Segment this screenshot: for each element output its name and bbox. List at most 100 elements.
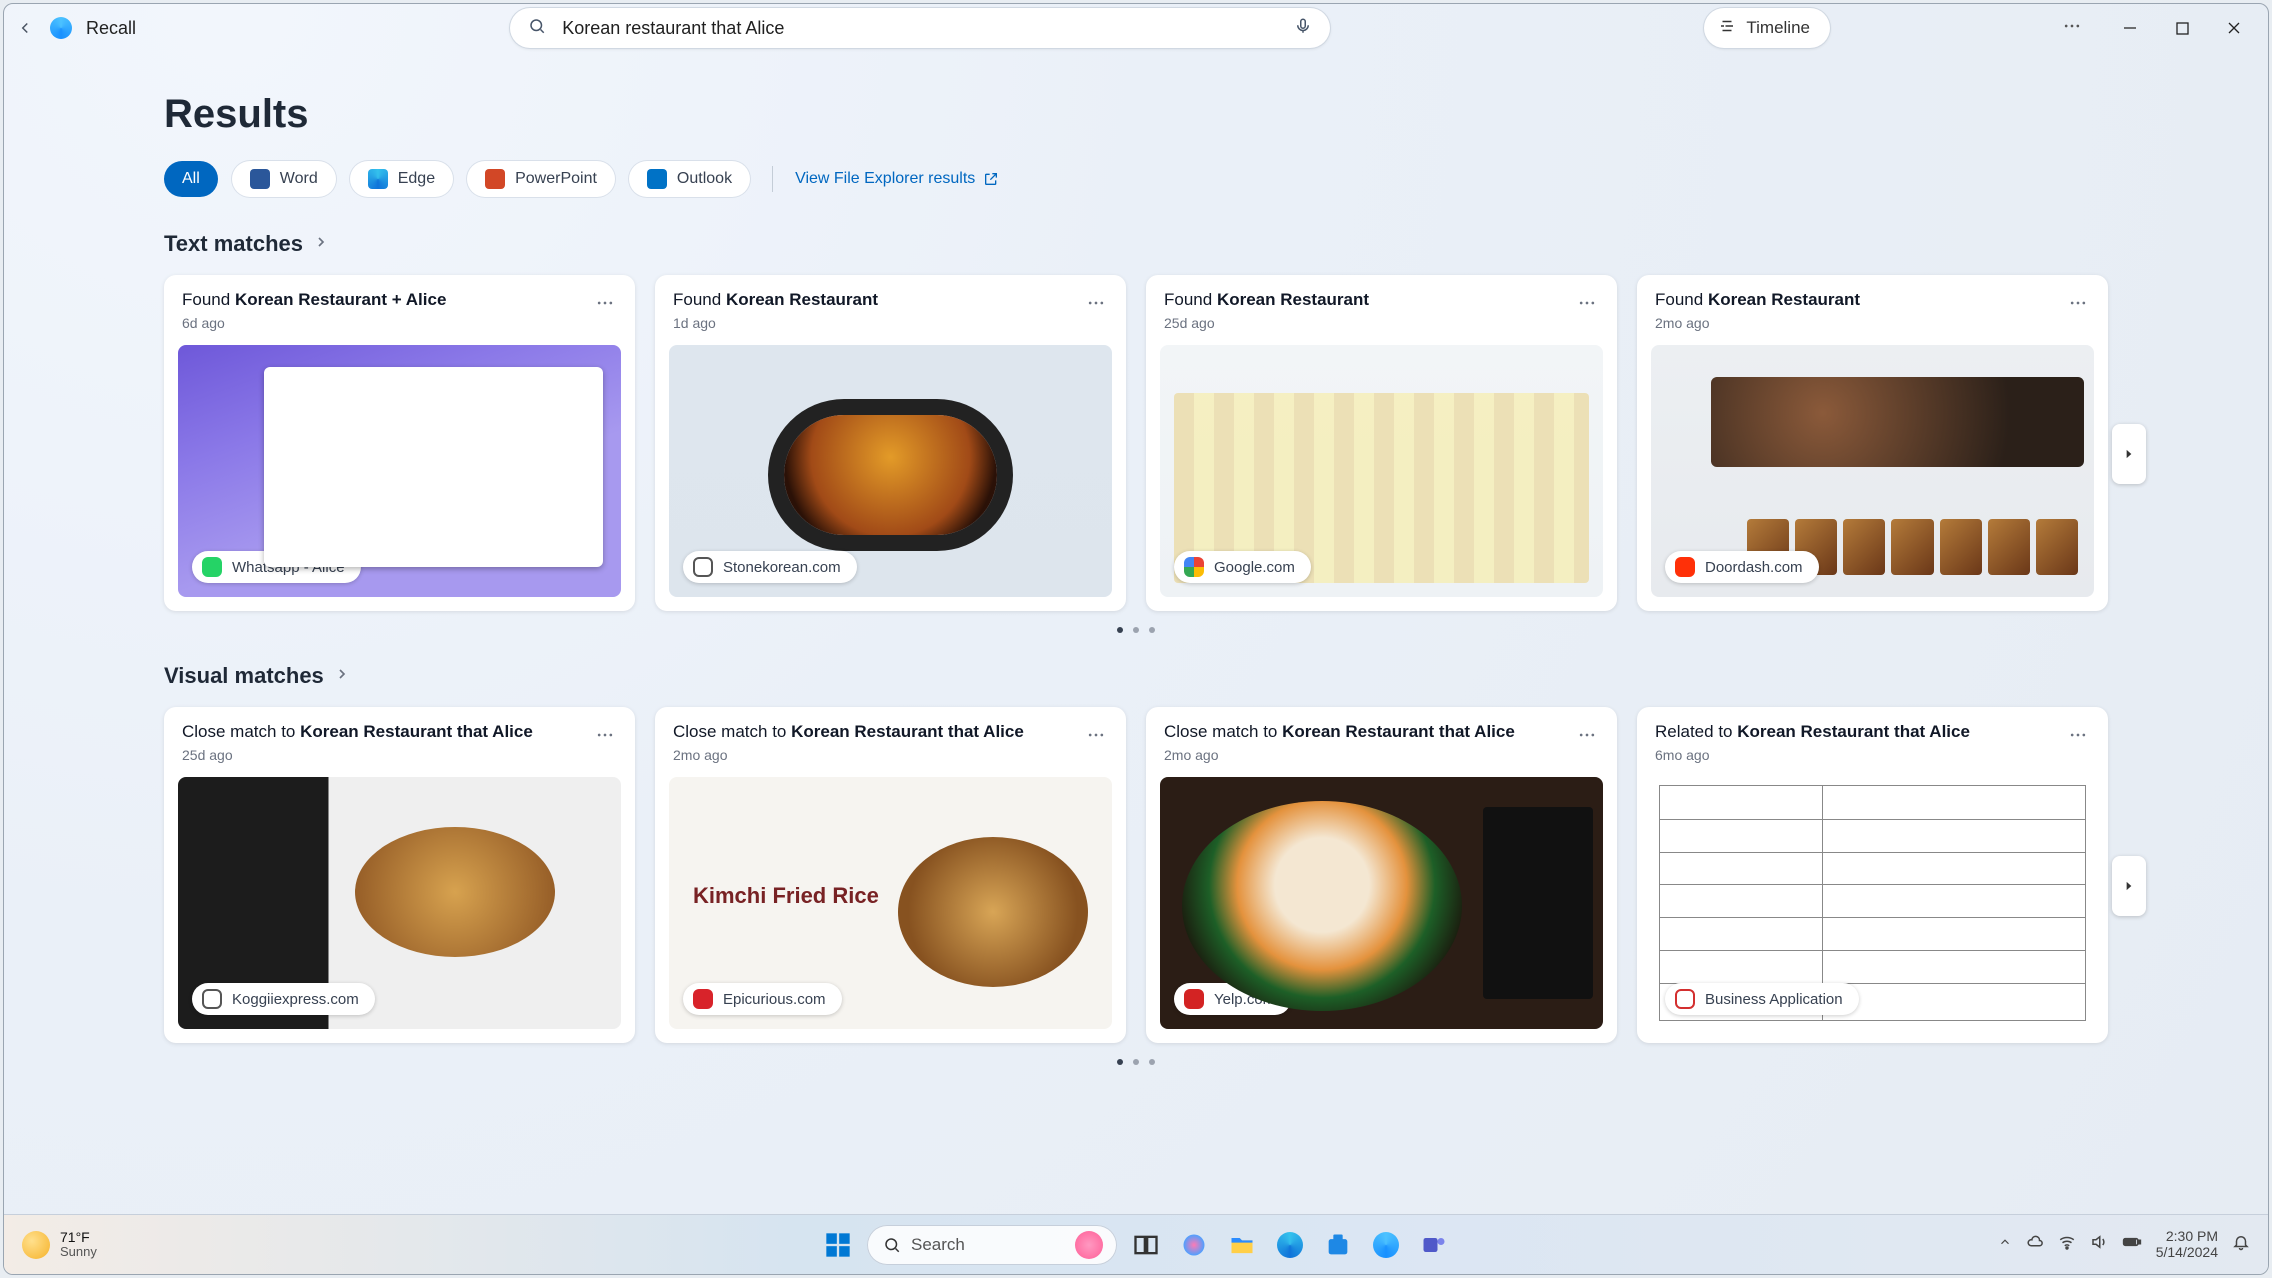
card-thumbnail: Koggiiexpress.com: [178, 777, 621, 1029]
back-button[interactable]: [12, 15, 38, 41]
source-pill: Koggiiexpress.com: [192, 983, 375, 1015]
page-dots[interactable]: [164, 1059, 2108, 1065]
source-label: Yelp.com: [1214, 991, 1275, 1008]
web-icon: [202, 989, 222, 1009]
minimize-button[interactable]: [2104, 5, 2156, 51]
visual-result-card[interactable]: Close match to Korean Restaurant that Al…: [1146, 707, 1617, 1043]
recall-taskbar-button[interactable]: [1367, 1226, 1405, 1264]
card-age: 6mo ago: [1655, 747, 1970, 763]
edge-button[interactable]: [1271, 1226, 1309, 1264]
view-file-explorer-link[interactable]: View File Explorer results: [795, 170, 999, 188]
search-bar[interactable]: [510, 8, 1330, 48]
text-matches-title: Text matches: [164, 231, 303, 257]
card-title: Found Korean Restaurant: [1655, 289, 1860, 311]
filter-all[interactable]: All: [164, 161, 218, 197]
card-title: Close match to Korean Restaurant that Al…: [182, 721, 533, 743]
document-icon: [1675, 989, 1695, 1009]
weather-widget[interactable]: 71°F Sunny: [22, 1230, 97, 1260]
card-thumbnail: Yelp.com: [1160, 777, 1603, 1029]
text-result-card[interactable]: Found Korean Restaurant 1d ago Stonekore: [655, 275, 1126, 611]
source-label: Business Application: [1705, 991, 1843, 1008]
clock-date[interactable]: 5/14/2024: [2156, 1245, 2218, 1260]
tray-expand-icon[interactable]: [1998, 1235, 2012, 1254]
maximize-button[interactable]: [2156, 5, 2208, 51]
taskbar-search[interactable]: Search: [867, 1225, 1117, 1265]
volume-icon[interactable]: [2090, 1233, 2108, 1256]
card-thumbnail: Stonekorean.com: [669, 345, 1112, 597]
visual-result-card[interactable]: Related to Korean Restaurant that Alice …: [1637, 707, 2108, 1043]
timeline-label: Timeline: [1746, 18, 1810, 38]
external-link-icon: [983, 171, 999, 187]
card-age: 25d ago: [182, 747, 533, 763]
text-result-card[interactable]: Found Korean Restaurant 25d ago Google.c: [1146, 275, 1617, 611]
store-button[interactable]: [1319, 1226, 1357, 1264]
outlook-icon: [647, 169, 667, 189]
card-title: Close match to Korean Restaurant that Al…: [673, 721, 1024, 743]
filter-word-label: Word: [280, 170, 318, 188]
google-icon: [1184, 557, 1204, 577]
word-icon: [250, 169, 270, 189]
window-more-button[interactable]: [2062, 16, 2082, 41]
filter-edge-label: Edge: [398, 170, 435, 188]
visual-matches-header[interactable]: Visual matches: [164, 663, 2108, 689]
source-label: Koggiiexpress.com: [232, 991, 359, 1008]
search-highlight-icon: [1075, 1231, 1103, 1259]
battery-icon[interactable]: [2122, 1232, 2142, 1257]
visual-result-card[interactable]: Close match to Korean Restaurant that Al…: [655, 707, 1126, 1043]
scroll-right-button[interactable]: [2112, 424, 2146, 484]
yelp-icon: [1184, 989, 1204, 1009]
clock-time[interactable]: 2:30 PM: [2166, 1229, 2218, 1244]
visual-result-card[interactable]: Close match to Korean Restaurant that Al…: [164, 707, 635, 1043]
source-pill: Whatsapp - Alice: [192, 551, 361, 583]
copilot-button[interactable]: [1175, 1226, 1213, 1264]
microphone-icon[interactable]: [1294, 17, 1312, 40]
filter-word[interactable]: Word: [232, 161, 336, 197]
chevron-right-icon: [334, 666, 350, 687]
timeline-icon: [1718, 17, 1736, 40]
source-label: Epicurious.com: [723, 991, 826, 1008]
filter-divider: [772, 166, 773, 192]
card-more-button[interactable]: [593, 721, 617, 754]
card-age: 2mo ago: [1164, 747, 1515, 763]
card-more-button[interactable]: [1575, 721, 1599, 754]
close-button[interactable]: [2208, 5, 2260, 51]
card-more-button[interactable]: [1084, 289, 1108, 322]
search-icon: [883, 1236, 901, 1254]
source-pill: Doordash.com: [1665, 551, 1819, 583]
task-view-button[interactable]: [1127, 1226, 1165, 1264]
card-more-button[interactable]: [1084, 721, 1108, 754]
card-age: 1d ago: [673, 315, 878, 331]
filter-all-label: All: [182, 170, 200, 188]
source-label: Stonekorean.com: [723, 559, 841, 576]
filter-powerpoint[interactable]: PowerPoint: [467, 161, 615, 197]
page-title: Results: [164, 92, 2108, 137]
card-title: Close match to Korean Restaurant that Al…: [1164, 721, 1515, 743]
page-dots[interactable]: [164, 627, 2108, 633]
start-button[interactable]: [819, 1226, 857, 1264]
file-explorer-button[interactable]: [1223, 1226, 1261, 1264]
text-matches-header[interactable]: Text matches: [164, 231, 2108, 257]
epicurious-icon: [693, 989, 713, 1009]
card-more-button[interactable]: [593, 289, 617, 322]
whatsapp-icon: [202, 557, 222, 577]
filter-outlook[interactable]: Outlook: [629, 161, 750, 197]
timeline-button[interactable]: Timeline: [1704, 8, 1830, 48]
onedrive-icon[interactable]: [2026, 1233, 2044, 1256]
card-thumbnail: Business Application: [1651, 777, 2094, 1029]
source-pill: Business Application: [1665, 983, 1859, 1015]
card-more-button[interactable]: [2066, 721, 2090, 754]
wifi-icon[interactable]: [2058, 1233, 2076, 1256]
chevron-right-icon: [313, 234, 329, 255]
weather-cond: Sunny: [60, 1245, 97, 1259]
card-age: 2mo ago: [1655, 315, 1860, 331]
text-result-card[interactable]: Found Korean Restaurant 2mo ago: [1637, 275, 2108, 611]
scroll-right-button[interactable]: [2112, 856, 2146, 916]
notifications-icon[interactable]: [2232, 1233, 2250, 1256]
teams-button[interactable]: [1415, 1226, 1453, 1264]
text-result-card[interactable]: Found Korean Restaurant + Alice 6d ago W…: [164, 275, 635, 611]
search-input[interactable]: [560, 17, 1280, 40]
taskbar: 71°F Sunny Search: [4, 1214, 2268, 1274]
filter-edge[interactable]: Edge: [350, 161, 453, 197]
card-more-button[interactable]: [2066, 289, 2090, 322]
card-more-button[interactable]: [1575, 289, 1599, 322]
